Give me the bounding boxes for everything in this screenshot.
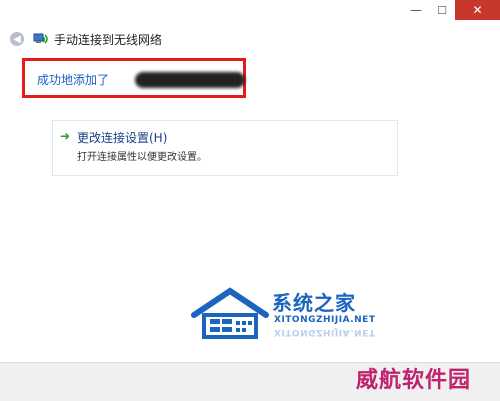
change-settings-description: 打开连接属性以便更改设置。	[77, 152, 207, 163]
site-watermark: 系统之家 XITONGZHIJIA.NET XITONGZHIJIA.NET	[190, 283, 390, 345]
change-settings-link[interactable]: 更改连接设置(H)	[77, 129, 167, 146]
success-message: 成功地添加了	[37, 73, 110, 87]
success-highlight: 成功地添加了	[22, 58, 246, 98]
wizard-window: — ☐ ✕ ◀ 手动连接到无线网络 成功地添加了 ➜ 更改连接设置(H) 打开连…	[0, 0, 500, 401]
house-logo-icon	[191, 287, 269, 339]
watermark-url-reflection: XITONGZHIJIA.NET	[274, 327, 376, 337]
wireless-network-icon	[33, 33, 48, 44]
wizard-title: 手动连接到无线网络	[54, 33, 163, 47]
watermark-site-name: 系统之家	[272, 291, 356, 315]
title-bar: — ☐ ✕	[0, 0, 500, 22]
back-arrow-icon[interactable]: ◀	[10, 32, 24, 46]
close-button[interactable]: ✕	[455, 0, 500, 20]
maximize-button[interactable]: ☐	[429, 0, 455, 20]
corner-watermark: 威航软件园	[356, 368, 472, 393]
wizard-header: ◀ 手动连接到无线网络	[0, 26, 500, 54]
change-settings-option[interactable]: ➜ 更改连接设置(H) 打开连接属性以便更改设置。	[52, 120, 398, 176]
green-arrow-icon: ➜	[60, 129, 71, 143]
redacted-network-name	[135, 72, 245, 88]
minimize-button[interactable]: —	[403, 0, 429, 20]
watermark-site-url: XITONGZHIJIA.NET	[274, 315, 376, 325]
